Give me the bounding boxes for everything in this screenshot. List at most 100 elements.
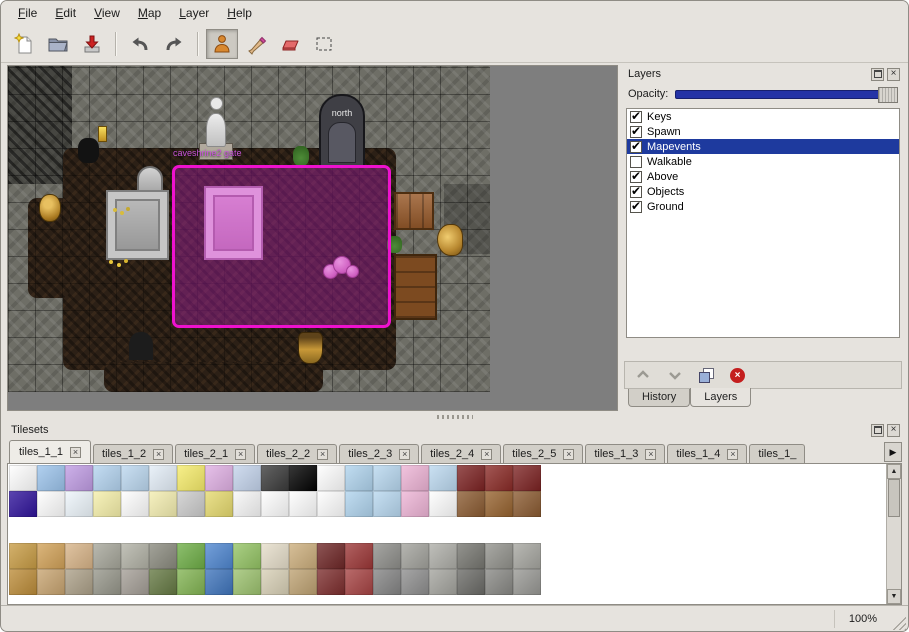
- tab-close-icon[interactable]: ×: [481, 449, 492, 460]
- tileset-tab-tiles_1_2[interactable]: tiles_1_2 ×: [93, 444, 173, 463]
- layer-visibility-checkbox[interactable]: [630, 186, 642, 198]
- scrollbar-thumb[interactable]: [888, 479, 900, 517]
- map-canvas[interactable]: north: [8, 66, 490, 392]
- tab-close-icon[interactable]: ×: [235, 449, 246, 460]
- scroll-down-icon[interactable]: ▼: [887, 589, 901, 604]
- float-panel-icon[interactable]: [871, 424, 884, 437]
- open-map-button[interactable]: [42, 29, 74, 59]
- menu-view[interactable]: View: [85, 3, 129, 23]
- menu-help[interactable]: Help: [218, 3, 261, 23]
- palette-tile[interactable]: [205, 543, 233, 569]
- dock-splitter[interactable]: [1, 413, 908, 421]
- palette-tile[interactable]: [65, 491, 93, 517]
- palette-tile[interactable]: [149, 543, 177, 569]
- palette-tile[interactable]: [9, 465, 37, 491]
- tab-scroll-right-button[interactable]: ▶: [884, 442, 902, 462]
- menu-file[interactable]: File: [9, 3, 46, 23]
- tileset-tab-tiles_1_3[interactable]: tiles_1_3 ×: [585, 444, 665, 463]
- layer-row-keys[interactable]: Keys: [627, 109, 899, 124]
- close-panel-icon[interactable]: ×: [887, 424, 900, 437]
- resize-grip[interactable]: [891, 615, 906, 630]
- palette-tile[interactable]: [261, 465, 289, 491]
- layer-row-spawn[interactable]: Spawn: [627, 124, 899, 139]
- palette-tile[interactable]: [261, 543, 289, 569]
- tab-close-icon[interactable]: ×: [727, 449, 738, 460]
- palette-tile[interactable]: [289, 491, 317, 517]
- dock-tab-layers[interactable]: Layers: [690, 388, 751, 407]
- layer-row-objects[interactable]: Objects: [627, 184, 899, 199]
- tileset-tab-tiles_1_4[interactable]: tiles_1_4 ×: [667, 444, 747, 463]
- palette-tile[interactable]: [233, 569, 261, 595]
- palette-tile[interactable]: [513, 569, 541, 595]
- new-map-button[interactable]: [8, 29, 40, 59]
- palette-tile[interactable]: [149, 465, 177, 491]
- palette-tile[interactable]: [233, 465, 261, 491]
- palette-tile[interactable]: [345, 569, 373, 595]
- palette-tile[interactable]: [373, 491, 401, 517]
- palette-tile[interactable]: [149, 491, 177, 517]
- tileset-tab-tiles_2_5[interactable]: tiles_2_5 ×: [503, 444, 583, 463]
- palette-tile[interactable]: [513, 465, 541, 491]
- lower-layer-button[interactable]: [667, 368, 683, 382]
- delete-layer-button[interactable]: ×: [730, 368, 745, 383]
- palette-tile[interactable]: [93, 491, 121, 517]
- selection-tool-button[interactable]: [308, 29, 340, 59]
- palette-tile[interactable]: [261, 569, 289, 595]
- layer-row-mapevents[interactable]: Mapevents: [627, 139, 899, 154]
- palette-tile[interactable]: [373, 543, 401, 569]
- layer-visibility-checkbox[interactable]: [630, 156, 642, 168]
- float-panel-icon[interactable]: [871, 68, 884, 81]
- palette-tile[interactable]: [485, 543, 513, 569]
- redo-button[interactable]: [158, 29, 190, 59]
- palette-tile[interactable]: [177, 543, 205, 569]
- eraser-tool-button[interactable]: [274, 29, 306, 59]
- layer-visibility-checkbox[interactable]: [630, 126, 642, 138]
- palette-tile[interactable]: [429, 491, 457, 517]
- palette-tile[interactable]: [317, 491, 345, 517]
- palette-tile[interactable]: [149, 569, 177, 595]
- palette-tile[interactable]: [261, 491, 289, 517]
- palette-tile[interactable]: [177, 569, 205, 595]
- scroll-up-icon[interactable]: ▲: [887, 464, 901, 479]
- menu-map[interactable]: Map: [129, 3, 170, 23]
- tab-close-icon[interactable]: ×: [70, 447, 81, 458]
- palette-tile[interactable]: [37, 491, 65, 517]
- tileset-tab-tiles_2_3[interactable]: tiles_2_3 ×: [339, 444, 419, 463]
- palette-tile[interactable]: [233, 543, 261, 569]
- palette-tile[interactable]: [37, 465, 65, 491]
- palette-tile[interactable]: [513, 543, 541, 569]
- close-panel-icon[interactable]: ×: [887, 68, 900, 81]
- raise-layer-button[interactable]: [635, 368, 651, 382]
- palette-tile[interactable]: [485, 569, 513, 595]
- layer-row-ground[interactable]: Ground: [627, 199, 899, 214]
- palette-tile[interactable]: [205, 491, 233, 517]
- palette-tile[interactable]: [9, 569, 37, 595]
- palette-tile[interactable]: [177, 465, 205, 491]
- palette-tile[interactable]: [9, 491, 37, 517]
- palette-tile[interactable]: [485, 465, 513, 491]
- palette-tile[interactable]: [177, 491, 205, 517]
- palette-tile[interactable]: [205, 465, 233, 491]
- layer-row-walkable[interactable]: Walkable: [627, 154, 899, 169]
- tileset-tab-tiles_2_4[interactable]: tiles_2_4 ×: [421, 444, 501, 463]
- tileset-palette[interactable]: ▲ ▼: [7, 464, 902, 605]
- palette-tile[interactable]: [457, 465, 485, 491]
- palette-tile[interactable]: [289, 465, 317, 491]
- palette-tile[interactable]: [37, 569, 65, 595]
- duplicate-layer-button[interactable]: [699, 368, 714, 382]
- layer-visibility-checkbox[interactable]: [630, 201, 642, 213]
- palette-tile[interactable]: [205, 569, 233, 595]
- palette-tile[interactable]: [9, 543, 37, 569]
- palette-tile[interactable]: [65, 465, 93, 491]
- palette-tile[interactable]: [345, 491, 373, 517]
- palette-tile[interactable]: [65, 569, 93, 595]
- layer-row-above[interactable]: Above: [627, 169, 899, 184]
- palette-tile[interactable]: [121, 465, 149, 491]
- palette-scrollbar[interactable]: ▲ ▼: [886, 464, 901, 604]
- palette-tile[interactable]: [317, 465, 345, 491]
- palette-tile[interactable]: [345, 543, 373, 569]
- menu-edit[interactable]: Edit: [46, 3, 85, 23]
- palette-tile[interactable]: [93, 569, 121, 595]
- tab-close-icon[interactable]: ×: [563, 449, 574, 460]
- palette-tile[interactable]: [429, 569, 457, 595]
